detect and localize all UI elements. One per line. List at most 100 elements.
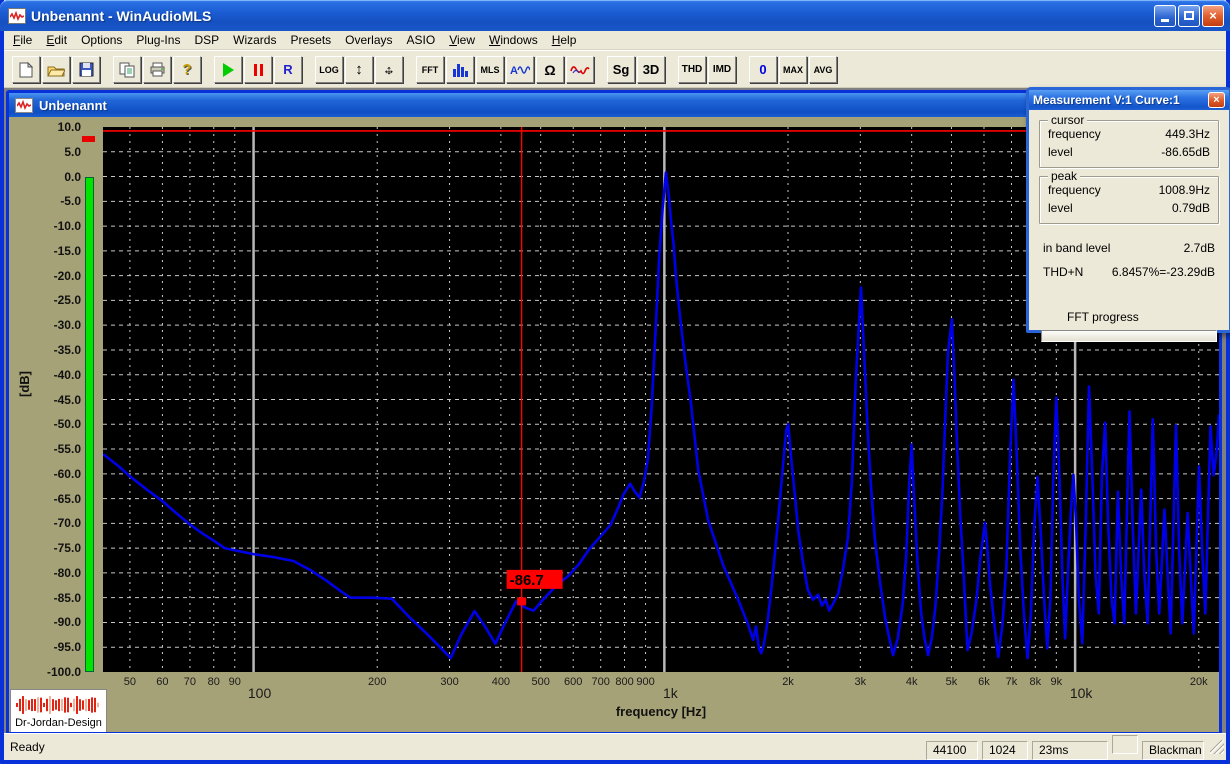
menu-asio[interactable]: ASIO (400, 31, 443, 49)
x-tick-label: 20k (1189, 676, 1208, 688)
cursor-level-row: level -86.65dB (1046, 143, 1212, 161)
y-tick-label: -15.0 (53, 243, 81, 258)
question-mark-icon: ? (182, 61, 192, 78)
close-button[interactable]: × (1202, 4, 1224, 27)
open-file-button[interactable] (42, 56, 70, 83)
y-tick-label: -40.0 (53, 367, 81, 382)
sweep-button[interactable] (566, 56, 594, 83)
measurement-title-bar[interactable]: Measurement V:1 Curve:1 × (1029, 90, 1229, 110)
pause-bars-icon (253, 63, 263, 76)
resize-grip[interactable] (1210, 740, 1224, 754)
copy-pages-icon (119, 62, 135, 78)
y-tick-label: -65.0 (53, 491, 81, 506)
menu-bar: File Edit Options Plug-Ins DSP Wizards Presets… (4, 31, 1226, 50)
play-triangle-icon (222, 62, 234, 77)
spectrum-view-button[interactable] (446, 56, 474, 83)
print-button[interactable] (143, 56, 171, 83)
menu-view[interactable]: View (442, 31, 482, 49)
record-button[interactable]: R (274, 56, 302, 83)
x-tick-label: 400 (491, 676, 511, 688)
cursor-level-label: -86.7 (510, 572, 544, 589)
x-tick-label: 300 (440, 676, 459, 688)
x-tick-label: 700 (591, 676, 610, 688)
pause-button[interactable] (244, 56, 272, 83)
y-tick-label: -25.0 (53, 293, 81, 308)
fft-mode-button[interactable]: FFT (416, 56, 444, 83)
menu-wizards[interactable]: Wizards (226, 31, 283, 49)
menu-file[interactable]: File (6, 31, 39, 49)
pan-button[interactable]: ↔ ↕ (375, 56, 403, 83)
window-title: Unbenannt - WinAudioMLS (31, 7, 212, 24)
app-icon (8, 7, 26, 24)
field-label: level (1048, 201, 1073, 215)
document-title: Unbenannt (39, 97, 107, 113)
mls-mode-button[interactable]: MLS (476, 56, 504, 83)
reset-zero-button[interactable]: 0 (749, 56, 777, 83)
field-value: 1008.9Hz (1158, 183, 1210, 197)
x-tick-label: 800 (615, 676, 634, 688)
peak-level-row: level 0.79dB (1046, 199, 1212, 217)
status-panel-23ms: 23ms (1032, 740, 1108, 760)
y-tick-label: -60.0 (53, 466, 81, 481)
menu-overlays[interactable]: Overlays (338, 31, 399, 49)
peak-group-legend: peak (1048, 169, 1081, 183)
thd-n-row: THD+N 6.8457%=-23.29dB (1039, 260, 1219, 284)
vertical-arrows-icon: ↕ (355, 61, 363, 78)
vendor-logo: Dr-Jordan-Design (10, 689, 107, 732)
printer-icon (149, 62, 166, 77)
title-bar[interactable]: Unbenannt - WinAudioMLS × (0, 0, 1230, 31)
x-decade-label: 10k (1069, 685, 1093, 701)
copy-button[interactable] (113, 56, 141, 83)
imd-button[interactable]: IMD (708, 56, 736, 83)
menu-help[interactable]: Help (545, 31, 584, 49)
fft-progress-bar (1041, 330, 1217, 342)
new-file-button[interactable] (12, 56, 40, 83)
thd-button[interactable]: THD (678, 56, 706, 83)
x-tick-label: 3k (854, 676, 867, 688)
menu-presets[interactable]: Presets (283, 31, 338, 49)
status-message: Ready (10, 740, 45, 754)
y-tick-label: -95.0 (53, 640, 81, 655)
status-panel-blackman: Blackman (1142, 740, 1204, 760)
field-label: THD+N (1043, 265, 1084, 279)
save-file-button[interactable] (72, 56, 100, 83)
x-tick-label: 5k (945, 676, 958, 688)
signal-generator-button[interactable]: Sg (607, 56, 635, 83)
mdi-area: Unbenannt [dB] 10.0 5.0 0.0 -5.0 -10.0 -15.0-… (4, 87, 1230, 735)
menu-plug-ins[interactable]: Plug-Ins (129, 31, 187, 49)
y-tick-label: 10.0 (57, 120, 81, 134)
y-tick-label: -20.0 (53, 268, 81, 283)
field-value: 449.3Hz (1165, 127, 1210, 141)
document-icon (15, 97, 33, 113)
help-button[interactable]: ? (173, 56, 201, 83)
log-scale-button[interactable]: LOG (315, 56, 343, 83)
toolbar: ? R LOG ↕ ↔ ↕ FFT MLS A Ω Sg 3D THD IMD 0 MAX AVG (4, 50, 1226, 88)
field-value: 2.7dB (1183, 241, 1215, 255)
peak-frequency-row: frequency 1008.9Hz (1046, 181, 1212, 199)
logo-waveform-icon (15, 696, 99, 714)
measurement-close-icon[interactable]: × (1208, 92, 1225, 108)
three-d-view-button[interactable]: 3D (637, 56, 665, 83)
y-tick-label: -75.0 (53, 541, 81, 556)
signal-trace-button[interactable]: A (506, 56, 534, 83)
cursor-group: cursor frequency 449.3Hz level -86.65dB (1039, 113, 1219, 168)
zoom-vertical-button[interactable]: ↕ (345, 56, 373, 83)
average-button[interactable]: AVG (809, 56, 837, 83)
impedance-button[interactable]: Ω (536, 56, 564, 83)
y-tick-label: -35.0 (53, 342, 81, 357)
play-button[interactable] (214, 56, 242, 83)
fft-progress-label: FFT progress (1067, 310, 1139, 324)
logo-text: Dr-Jordan-Design (15, 717, 102, 729)
menu-edit[interactable]: Edit (39, 31, 74, 49)
max-hold-button[interactable]: MAX (779, 56, 807, 83)
y-tick-label: -45.0 (53, 392, 81, 407)
minimize-button[interactable] (1154, 4, 1176, 27)
menu-windows[interactable]: Windows (482, 31, 545, 49)
bar-spectrum-icon (452, 63, 469, 77)
x-tick-label: 6k (978, 676, 990, 688)
maximize-button[interactable] (1178, 4, 1200, 27)
y-tick-label: -30.0 (53, 318, 81, 333)
peak-group: peak frequency 1008.9Hz level 0.79dB (1039, 169, 1219, 224)
menu-dsp[interactable]: DSP (187, 31, 226, 49)
menu-options[interactable]: Options (74, 31, 129, 49)
